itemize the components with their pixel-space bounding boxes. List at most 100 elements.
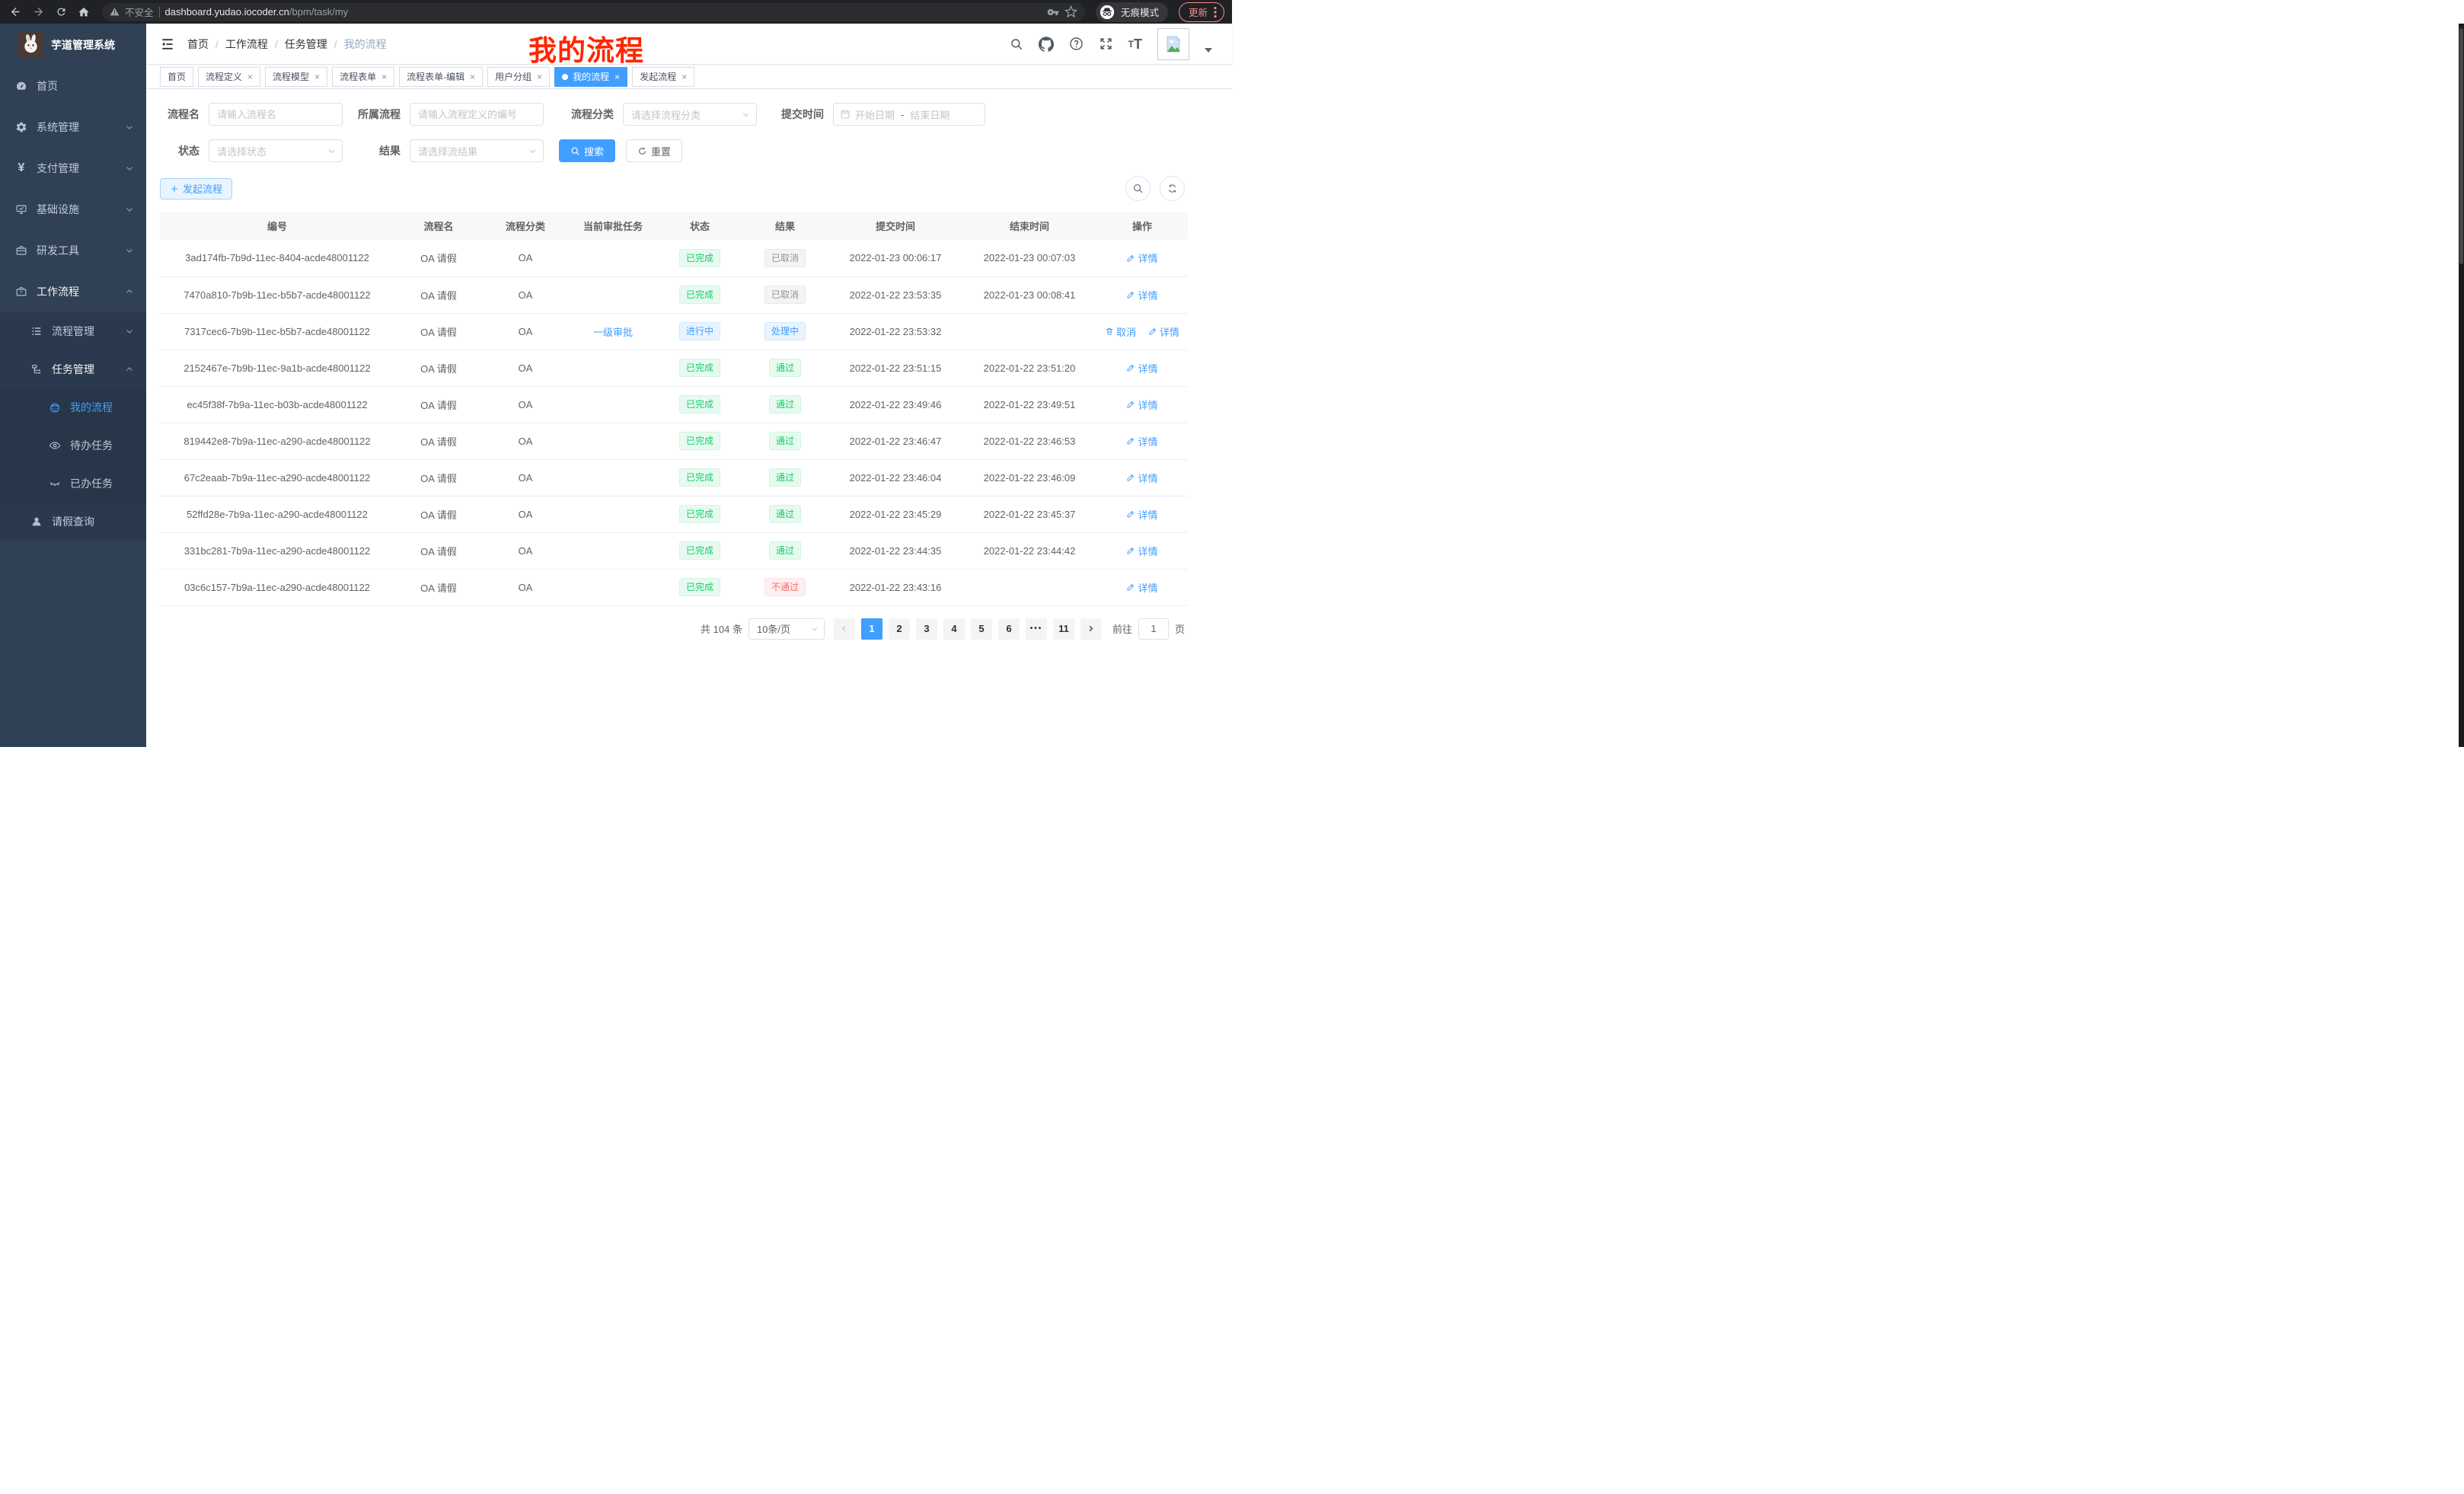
scrollbar-thumb[interactable] [2459, 28, 2463, 264]
prev-page-button[interactable] [834, 618, 855, 640]
detail-link[interactable]: 详情 [1126, 434, 1157, 449]
help-button[interactable] [1069, 37, 1084, 51]
page-size-select[interactable]: 10条/页 [748, 618, 825, 640]
app-logo[interactable]: 芋道管理系统 [0, 24, 146, 65]
close-icon[interactable]: × [314, 72, 320, 82]
cell-category: OA [483, 423, 568, 459]
address-bar[interactable]: 不安全 dashboard.yudao.iocoder.cn/bpm/task/… [102, 3, 1085, 21]
goto-page-input[interactable] [1138, 618, 1169, 640]
detail-link[interactable]: 详情 [1148, 324, 1179, 339]
sidebar-item-infrastructure[interactable]: 基础设施 [0, 189, 146, 230]
browser-back-button[interactable] [6, 3, 24, 21]
close-icon[interactable]: × [470, 72, 475, 82]
browser-forward-button[interactable] [29, 3, 47, 21]
sidebar-item-process-management[interactable]: 流程管理 [0, 312, 146, 350]
status-select[interactable]: 请选择状态 [209, 139, 343, 162]
sidebar-item-done-tasks[interactable]: 已办任务 [0, 464, 146, 503]
cell-name: OA 请假 [394, 423, 483, 459]
detail-link[interactable]: 详情 [1126, 361, 1157, 375]
cell-task [568, 569, 658, 605]
category-select[interactable]: 请选择流程分类 [623, 103, 757, 126]
browser-home-button[interactable] [75, 3, 93, 21]
detail-link[interactable]: 详情 [1126, 471, 1157, 485]
tab-process-form-edit[interactable]: 流程表单-编辑× [399, 67, 483, 87]
page-scrollbar[interactable] [2459, 24, 2464, 747]
avatar-caret-icon[interactable] [1205, 48, 1212, 53]
process-name-label: 流程名 [160, 107, 199, 122]
search-icon [1010, 37, 1023, 51]
header-search-button[interactable] [1010, 37, 1023, 51]
page-button-6[interactable]: 6 [998, 618, 1020, 640]
sidebar-item-payment[interactable]: ¥ 支付管理 [0, 148, 146, 189]
sidebar-item-todo-tasks[interactable]: 待办任务 [0, 426, 146, 464]
table-row: 819442e8-7b9a-11ec-a290-acde48001122 OA … [160, 423, 1188, 459]
tab-process-model[interactable]: 流程模型× [265, 67, 327, 87]
page-button-3[interactable]: 3 [916, 618, 937, 640]
chevron-left-icon [840, 624, 848, 633]
col-id: 编号 [160, 212, 394, 240]
tab-process-form[interactable]: 流程表单× [332, 67, 394, 87]
tab-user-group[interactable]: 用户分组× [487, 67, 550, 87]
result-select[interactable]: 请选择流结果 [410, 139, 544, 162]
browser-reload-button[interactable] [52, 3, 70, 21]
search-button[interactable]: 搜索 [559, 139, 615, 162]
edit-pen-icon [1126, 436, 1135, 445]
sidebar-item-system[interactable]: 系统管理 [0, 107, 146, 148]
cell-submit-time: 2022-01-22 23:45:29 [828, 496, 962, 532]
fullscreen-button[interactable] [1099, 37, 1113, 51]
update-button[interactable]: 更新 [1179, 2, 1224, 22]
parent-process-input[interactable] [410, 103, 544, 126]
detail-link[interactable]: 详情 [1126, 580, 1157, 595]
page-button-4[interactable]: 4 [943, 618, 965, 640]
detail-link[interactable]: 详情 [1126, 288, 1157, 302]
bookmark-star-icon[interactable] [1064, 5, 1077, 18]
page-button-5[interactable]: 5 [971, 618, 992, 640]
more-pages-button[interactable]: ••• [1026, 618, 1047, 640]
tab-home[interactable]: 首页 [160, 67, 193, 87]
sidebar-item-leave-query[interactable]: 请假查询 [0, 503, 146, 541]
process-name-input[interactable] [209, 103, 343, 126]
yen-icon: ¥ [15, 161, 27, 175]
show-search-toggle-button[interactable] [1125, 176, 1151, 201]
font-size-button[interactable]: TT [1128, 37, 1142, 51]
close-icon[interactable]: × [681, 72, 687, 82]
tab-process-definition[interactable]: 流程定义× [198, 67, 260, 87]
status-badge: 已完成 [679, 432, 720, 450]
close-icon[interactable]: × [537, 72, 542, 82]
security-label[interactable]: 不安全 [125, 5, 154, 19]
sidebar-item-home[interactable]: 首页 [0, 65, 146, 107]
refresh-table-button[interactable] [1160, 176, 1185, 201]
detail-link[interactable]: 详情 [1126, 251, 1157, 265]
github-link[interactable] [1039, 37, 1054, 52]
result-badge: 通过 [769, 541, 801, 560]
sidebar-collapse-icon[interactable] [160, 37, 175, 52]
breadcrumb-item[interactable]: 工作流程 [225, 37, 268, 52]
detail-link[interactable]: 详情 [1126, 544, 1157, 558]
start-process-button[interactable]: 发起流程 [160, 178, 232, 200]
sidebar-item-my-processes[interactable]: 我的流程 [0, 388, 146, 426]
close-icon[interactable]: × [614, 72, 620, 82]
avatar[interactable] [1157, 28, 1189, 60]
detail-link[interactable]: 详情 [1126, 507, 1157, 522]
sidebar-item-workflow[interactable]: 工作流程 [0, 271, 146, 312]
next-page-button[interactable] [1080, 618, 1102, 640]
submit-time-range-picker[interactable]: 开始日期 - 结束日期 [833, 103, 985, 126]
page-button-11[interactable]: 11 [1053, 618, 1074, 640]
sidebar-item-devtools[interactable]: 研发工具 [0, 230, 146, 271]
detail-link[interactable]: 详情 [1126, 397, 1157, 412]
tab-my-processes[interactable]: 我的流程× [554, 67, 627, 87]
reset-button[interactable]: 重置 [626, 139, 682, 162]
cancel-link[interactable]: 取消 [1105, 324, 1136, 339]
close-icon[interactable]: × [247, 72, 253, 82]
breadcrumb-item[interactable]: 首页 [187, 37, 209, 52]
sidebar-item-task-management[interactable]: 任务管理 [0, 350, 146, 388]
current-task-link[interactable]: 一级审批 [593, 327, 633, 338]
page-button-2[interactable]: 2 [889, 618, 910, 640]
breadcrumb-item[interactable]: 任务管理 [285, 37, 327, 52]
page-button-1[interactable]: 1 [861, 618, 883, 640]
key-icon[interactable] [1047, 6, 1059, 18]
cell-name: OA 请假 [394, 569, 483, 605]
tab-start-process[interactable]: 发起流程× [632, 67, 694, 87]
close-icon[interactable]: × [381, 72, 387, 82]
browser-menu-dots-icon[interactable] [1214, 6, 1217, 18]
